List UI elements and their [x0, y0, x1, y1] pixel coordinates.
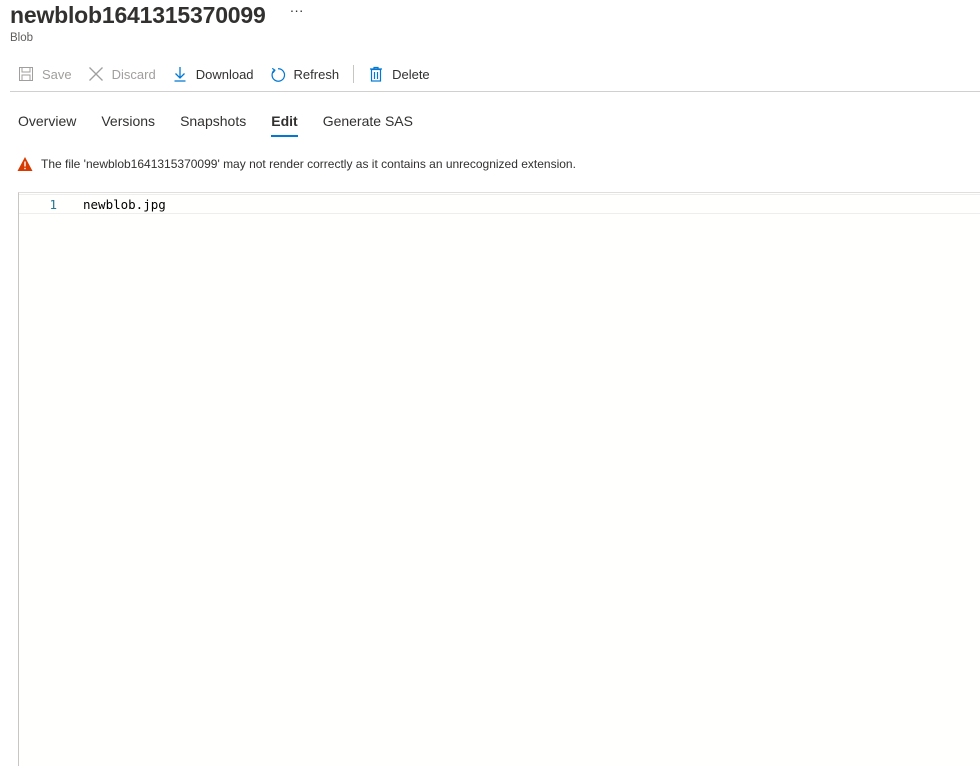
editor-line[interactable]: 1 newblob.jpg	[19, 194, 980, 214]
page-subtitle: Blob	[10, 32, 34, 44]
more-options-button[interactable]: ···	[290, 2, 304, 18]
delete-label: Delete	[392, 66, 430, 82]
tab-snapshots[interactable]: Snapshots	[172, 106, 254, 136]
tab-overview[interactable]: Overview	[10, 106, 84, 136]
refresh-label: Refresh	[293, 66, 340, 82]
blob-edit-page: newblob1641315370099 ··· Blob Save Disca…	[0, 0, 980, 766]
warning-icon	[17, 156, 33, 172]
warning-text: The file 'newblob1641315370099' may not …	[41, 157, 576, 171]
toolbar-divider-line	[10, 91, 980, 92]
page-title: newblob1641315370099	[10, 1, 266, 28]
page-header: newblob1641315370099 ··· Blob	[10, 0, 304, 45]
title-row: newblob1641315370099 ···	[10, 0, 304, 30]
download-button[interactable]: Download	[164, 60, 262, 88]
refresh-button[interactable]: Refresh	[262, 60, 348, 88]
line-content[interactable]: newblob.jpg	[83, 197, 166, 212]
download-icon	[172, 66, 188, 82]
tab-versions[interactable]: Versions	[93, 106, 163, 136]
discard-button[interactable]: Discard	[80, 60, 164, 88]
refresh-icon	[270, 66, 286, 82]
save-icon	[18, 66, 34, 82]
tab-edit[interactable]: Edit	[263, 106, 305, 137]
trash-icon	[368, 66, 384, 82]
warning-banner: The file 'newblob1641315370099' may not …	[17, 156, 576, 172]
tab-generate-sas[interactable]: Generate SAS	[315, 106, 421, 136]
command-bar: Save Discard Download Refresh Delete	[10, 60, 438, 88]
close-icon	[88, 66, 104, 82]
code-editor[interactable]: 1 newblob.jpg	[18, 192, 980, 766]
toolbar-divider	[353, 65, 355, 83]
download-label: Download	[195, 66, 254, 82]
line-number: 1	[49, 196, 57, 212]
delete-button[interactable]: Delete	[360, 60, 438, 88]
discard-label: Discard	[111, 66, 156, 82]
tab-bar: Overview Versions Snapshots Edit Generat…	[10, 106, 430, 140]
save-label: Save	[42, 66, 72, 82]
save-button[interactable]: Save	[10, 60, 80, 88]
